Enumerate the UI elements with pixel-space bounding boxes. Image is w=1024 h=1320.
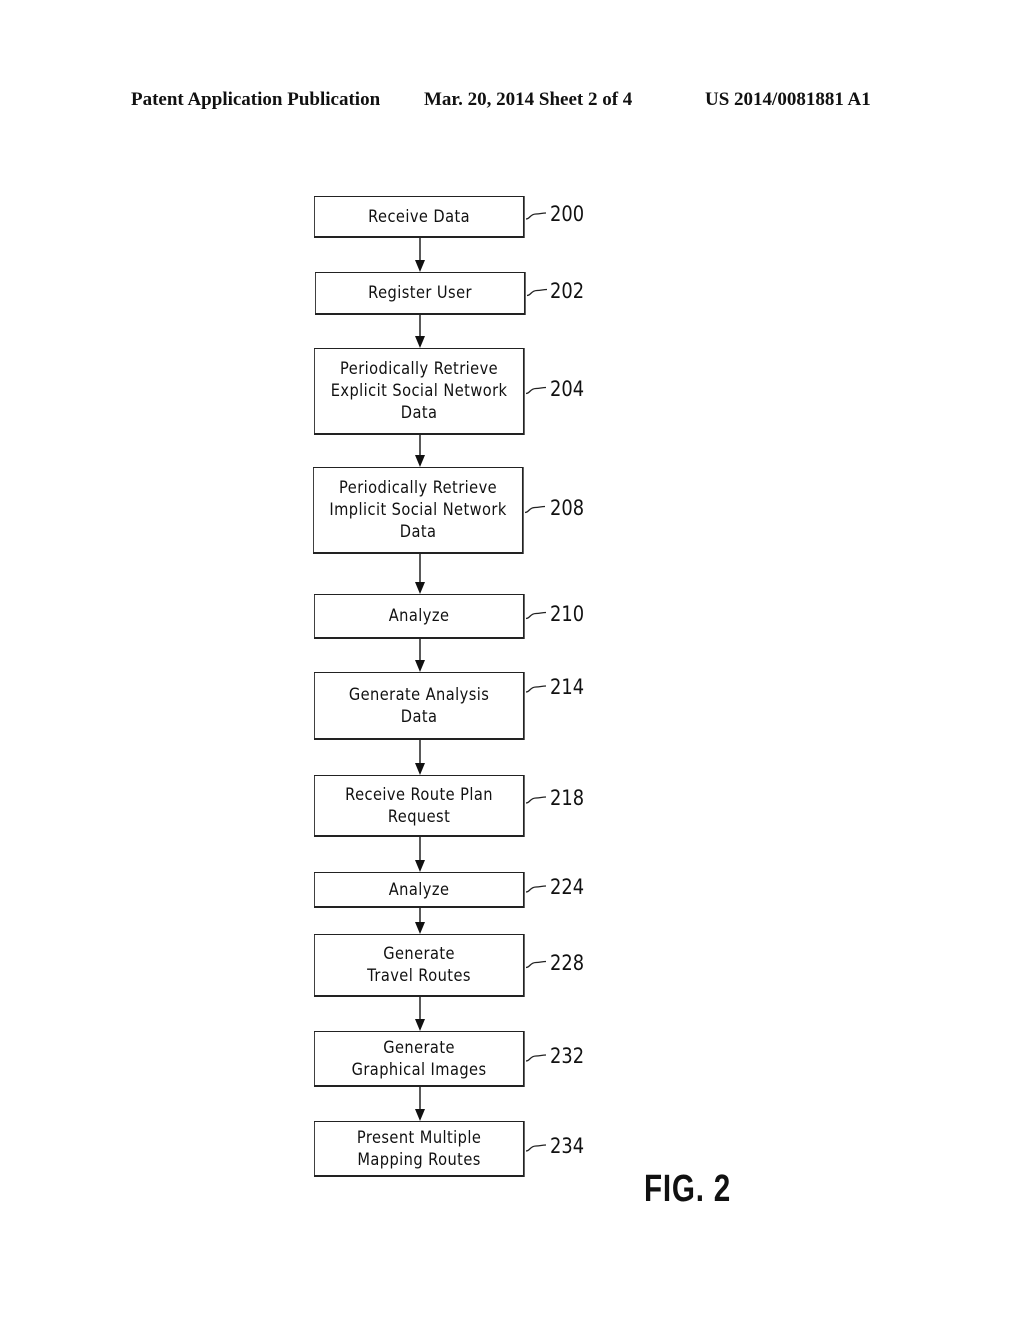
flow-step-224: Analyze	[314, 872, 525, 908]
reference-numeral: 228	[550, 950, 585, 975]
leader-line	[525, 885, 547, 893]
figure-label: FIG. 2	[644, 1168, 732, 1210]
flow-step-204: Periodically Retrieve Explicit Social Ne…	[314, 348, 525, 435]
leader-line	[526, 288, 548, 297]
arrowhead-icon	[415, 1109, 425, 1121]
leader-line	[525, 212, 547, 220]
flow-step-234: Present Multiple Mapping Routes	[314, 1121, 525, 1177]
leader-line	[525, 386, 547, 395]
arrowhead-icon	[415, 922, 425, 934]
arrowhead-icon	[415, 455, 425, 467]
reference-numeral: 204	[550, 376, 585, 401]
arrowhead-icon	[415, 582, 425, 594]
flow-step-label: Generate Graphical Images	[351, 1037, 487, 1080]
arrowhead-icon	[415, 763, 425, 775]
flow-step-label: Present Multiple Mapping Routes	[356, 1127, 482, 1170]
flow-step-label: Periodically Retrieve Implicit Social Ne…	[329, 478, 507, 542]
leader-line	[525, 685, 547, 693]
flow-step-label: Analyze	[388, 606, 450, 626]
flow-step-214: Generate Analysis Data	[314, 672, 525, 740]
reference-numeral: 200	[550, 202, 585, 226]
leader-line	[525, 796, 547, 804]
flow-step-label: Analyze	[388, 879, 450, 900]
flow-step-label: Generate Travel Routes	[367, 944, 471, 986]
flow-step-label: Periodically Retrieve Explicit Social Ne…	[330, 359, 508, 423]
arrowhead-icon	[415, 660, 425, 672]
leader-line	[524, 505, 546, 514]
leader-line	[525, 1054, 547, 1062]
reference-numeral: 210	[550, 601, 585, 626]
flow-step-202: Register User	[315, 272, 526, 315]
reference-numeral: 208	[550, 495, 585, 520]
flow-step-200: Receive Data	[314, 196, 525, 238]
flow-step-232: Generate Graphical Images	[314, 1031, 525, 1087]
leader-line	[525, 611, 547, 620]
flow-step-label: Register User	[368, 283, 472, 303]
flow-step-label: Receive Route Plan Request	[345, 784, 493, 827]
reference-numeral: 234	[550, 1134, 585, 1158]
flow-step-label: Receive Data	[368, 206, 471, 227]
flow-step-208: Periodically Retrieve Implicit Social Ne…	[313, 467, 524, 554]
reference-numeral: 232	[550, 1044, 585, 1068]
reference-numeral: 218	[550, 786, 585, 810]
arrowhead-icon	[415, 336, 425, 348]
leader-line	[525, 1144, 547, 1152]
arrowhead-icon	[415, 260, 425, 272]
flow-step-210: Analyze	[314, 594, 525, 639]
reference-numeral: 214	[550, 675, 585, 699]
flow-step-228: Generate Travel Routes	[314, 934, 525, 997]
reference-numeral: 202	[550, 278, 585, 303]
reference-numeral: 224	[550, 875, 585, 899]
flow-step-218: Receive Route Plan Request	[314, 775, 525, 837]
arrowhead-icon	[415, 860, 425, 872]
flow-step-label: Generate Analysis Data	[348, 684, 490, 727]
arrowhead-icon	[415, 1019, 425, 1031]
leader-line	[525, 960, 547, 969]
